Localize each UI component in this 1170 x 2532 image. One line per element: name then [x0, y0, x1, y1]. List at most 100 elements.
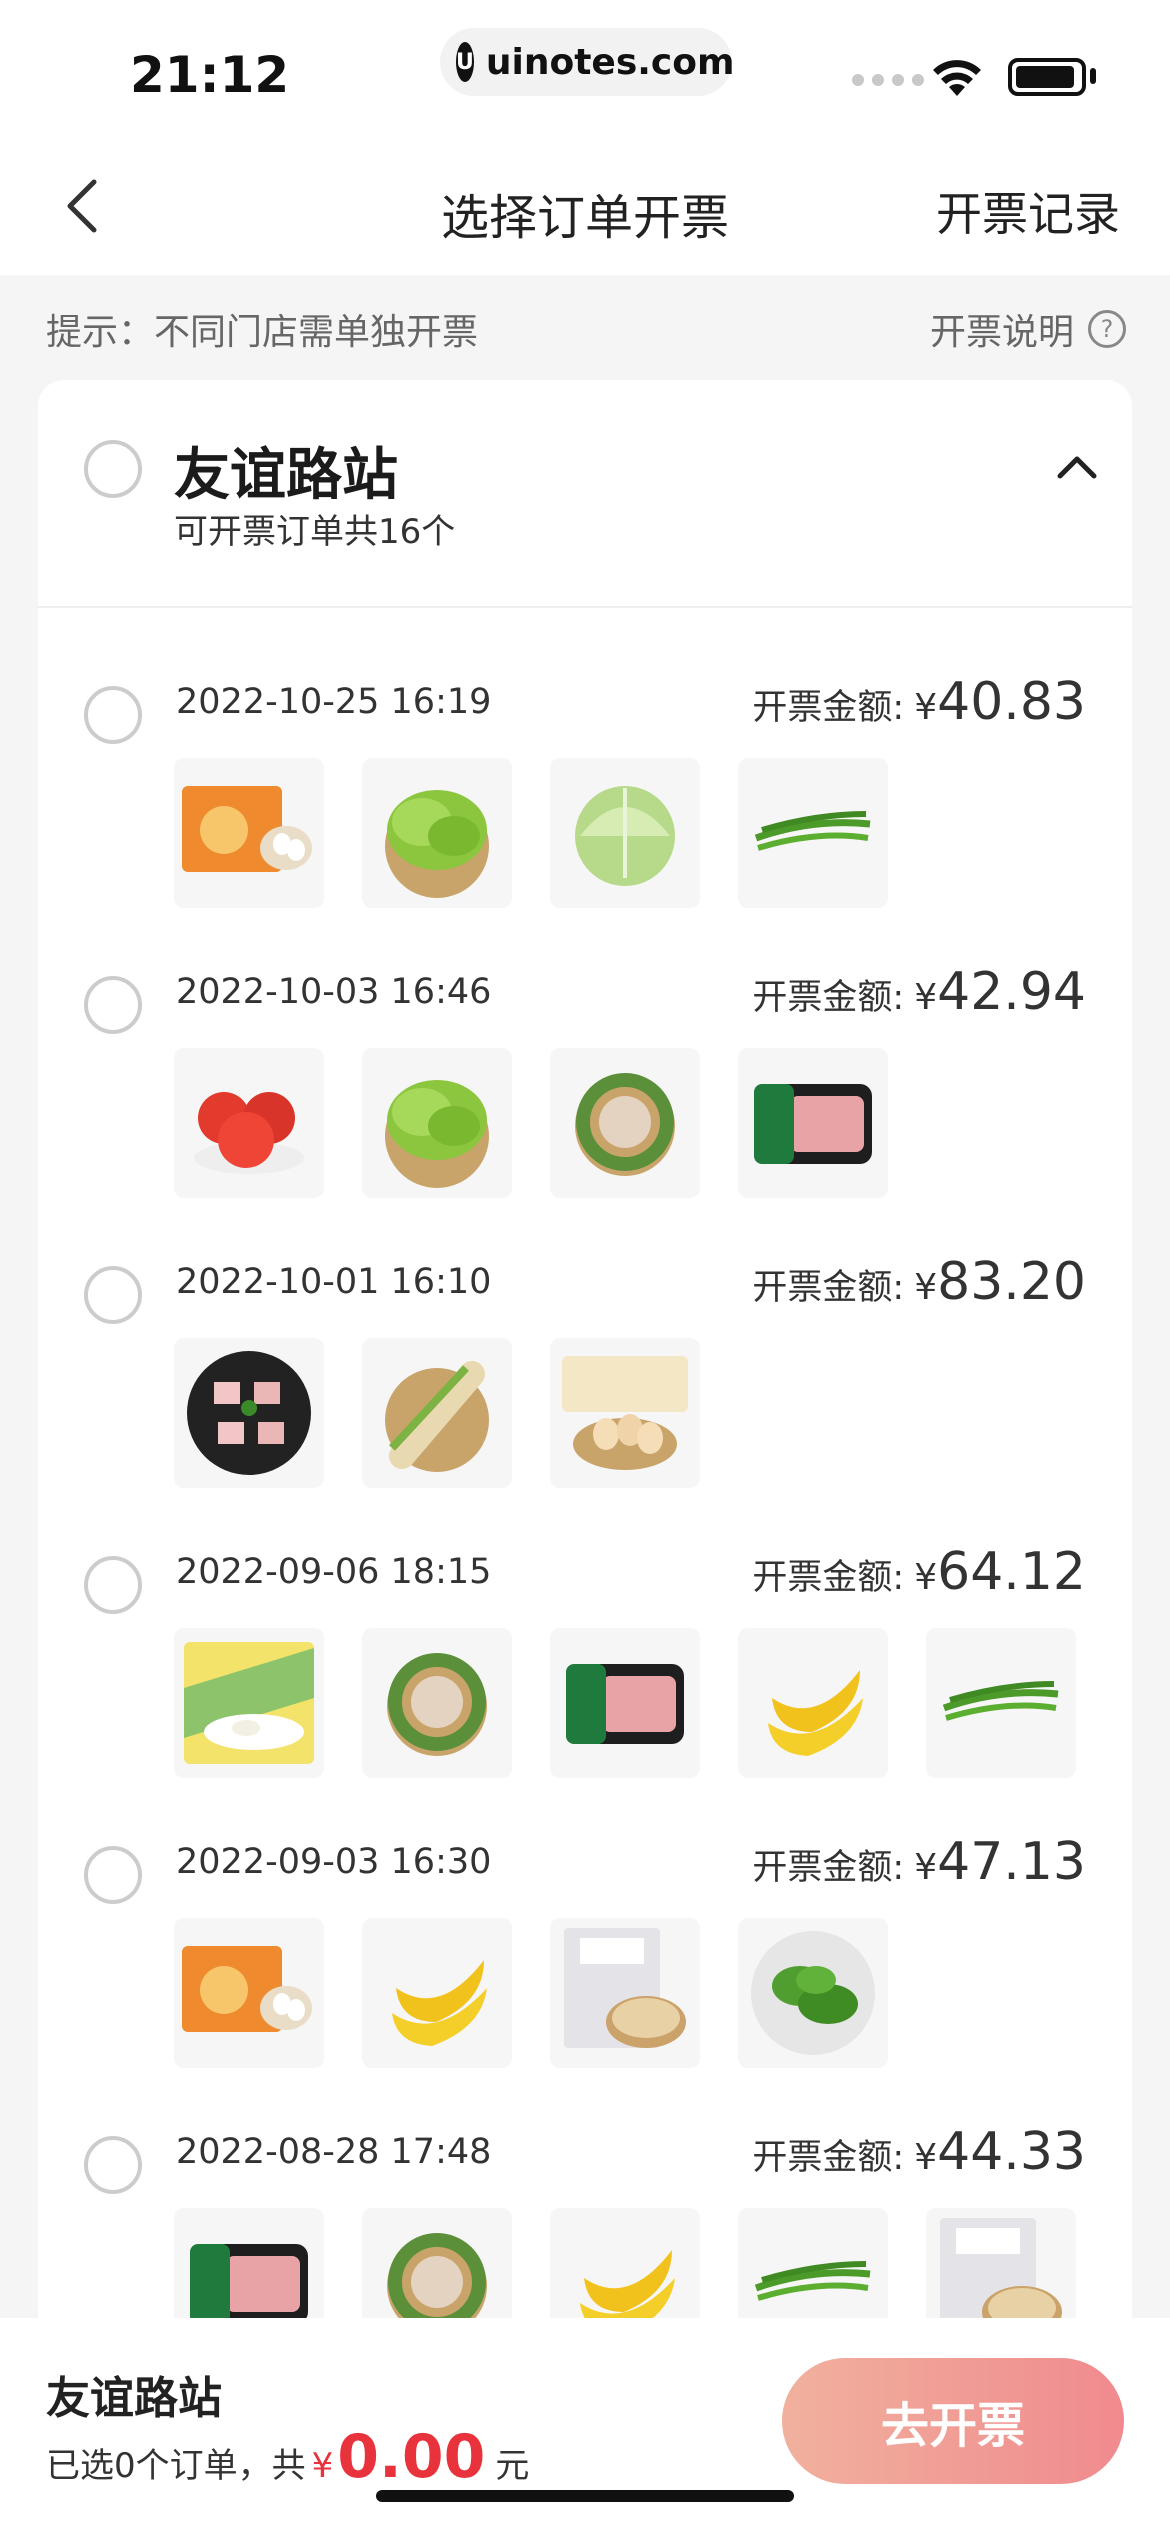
- selection-summary: 已选0个订单，共 ¥ 0.00 元: [46, 2422, 529, 2492]
- amount-value: 40.83: [937, 672, 1086, 732]
- product-thumbnail: [550, 1338, 700, 1488]
- product-thumbnail: [362, 1918, 512, 2068]
- site-icon: U: [456, 42, 474, 82]
- lettuce-image: [385, 1080, 489, 1188]
- product-thumbnails: [174, 1048, 888, 1198]
- order-select-radio[interactable]: [84, 2136, 142, 2194]
- store-header: 友谊路站 可开票订单共16个: [38, 380, 1132, 608]
- corn-image: [385, 1361, 489, 1472]
- amount-label: 开票金额:: [752, 2138, 905, 2178]
- bottom-store-name: 友谊路站: [46, 2373, 222, 2424]
- product-thumbnail: [174, 1048, 324, 1198]
- product-thumbnails: [174, 758, 888, 908]
- currency-symbol: ¥: [311, 2446, 334, 2486]
- frozen-dumplings-image: [184, 1642, 314, 1764]
- long-beans-image: [575, 1073, 675, 1176]
- order-select-radio[interactable]: [84, 1266, 142, 1324]
- cabbage-image: [575, 786, 675, 886]
- green-peppers-image: [751, 1931, 875, 2055]
- product-thumbnail: [174, 1918, 324, 2068]
- order-list: 2022-10-25 16:19 开票金额: ¥ 40.83 2022-10-0…: [38, 610, 1132, 2358]
- pork-belly-image: [187, 1351, 311, 1475]
- product-thumbnail: [738, 1628, 888, 1778]
- order-amount: 开票金额: ¥ 44.33: [752, 2122, 1086, 2182]
- order-select-radio[interactable]: [84, 976, 142, 1034]
- product-thumbnail: [550, 1048, 700, 1198]
- currency-symbol: ¥: [914, 1557, 938, 1598]
- amount-label: 开票金额:: [752, 1268, 905, 1308]
- pork-tray-image: [566, 1664, 684, 1744]
- invoice-help-link[interactable]: 开票说明 ?: [930, 303, 1126, 355]
- order-row[interactable]: 2022-10-25 16:19 开票金额: ¥ 40.83: [38, 610, 1132, 908]
- help-icon: ?: [1088, 310, 1126, 348]
- tips-bar: 提示：不同门店需单独开票 开票说明 ?: [0, 275, 1170, 375]
- product-thumbnail: [362, 1338, 512, 1488]
- product-thumbnail: [738, 1048, 888, 1198]
- chevron-up-icon[interactable]: [1052, 442, 1102, 492]
- invoice-order-select-page: 21:12 U uinotes.com 选择订单开票 开票记录 提示：不同门店需…: [0, 0, 1170, 2532]
- tomatoes-image: [194, 1092, 304, 1174]
- tips-text: 提示：不同门店需单独开票: [46, 312, 479, 353]
- amount-label: 开票金额:: [752, 688, 905, 728]
- order-row[interactable]: 2022-09-03 16:30 开票金额: ¥ 47.13: [38, 1770, 1132, 2068]
- home-indicator: [376, 2490, 794, 2502]
- order-row[interactable]: 2022-10-03 16:46 开票金额: ¥ 42.94: [38, 900, 1132, 1198]
- cell-signal-icon: [852, 74, 924, 86]
- order-select-radio[interactable]: [84, 1556, 142, 1614]
- invoice-history-link[interactable]: 开票记录: [936, 178, 1120, 244]
- product-thumbnail: [362, 1628, 512, 1778]
- store-name: 友谊路站: [174, 443, 398, 508]
- status-time: 21:12: [130, 46, 290, 104]
- long-beans-image: [387, 1653, 487, 1756]
- amount-value: 64.12: [937, 1542, 1086, 1602]
- order-row[interactable]: 2022-08-28 17:48 开票金额: ¥ 44.33: [38, 2060, 1132, 2358]
- lettuce-image: [385, 790, 489, 898]
- invoice-help-label: 开票说明: [929, 312, 1074, 353]
- currency-symbol: ¥: [914, 977, 938, 1018]
- order-amount: 开票金额: ¥ 64.12: [752, 1542, 1086, 1602]
- pancake-pack-image: [564, 1928, 686, 2048]
- selected-total-amount: 0.00: [337, 2422, 486, 2492]
- order-date: 2022-10-01 16:10: [176, 1262, 492, 1302]
- green-beans-image: [942, 1681, 1059, 1721]
- currency-unit: 元: [495, 2446, 530, 2486]
- order-amount: 开票金额: ¥ 83.20: [752, 1252, 1086, 1312]
- product-thumbnail: [550, 758, 700, 908]
- order-date: 2022-10-25 16:19: [176, 682, 492, 722]
- order-select-radio[interactable]: [84, 686, 142, 744]
- product-thumbnail: [550, 1628, 700, 1778]
- order-row[interactable]: 2022-09-06 18:15 开票金额: ¥ 64.12: [38, 1480, 1132, 1778]
- currency-symbol: ¥: [914, 1847, 938, 1888]
- product-thumbnails: [174, 1918, 888, 2068]
- amount-label: 开票金额:: [752, 978, 905, 1018]
- status-bar: 21:12 U uinotes.com: [0, 0, 1170, 140]
- amount-value: 47.13: [937, 1832, 1086, 1892]
- amount-label: 开票金额:: [752, 1558, 905, 1598]
- product-thumbnails: [174, 1628, 1076, 1778]
- currency-symbol: ¥: [914, 1267, 938, 1308]
- product-thumbnail: [738, 758, 888, 908]
- product-thumbnail: [362, 758, 512, 908]
- store-card: 友谊路站 可开票订单共16个 2022-10-25 16:19 开票金额: ¥ …: [38, 380, 1132, 2380]
- product-thumbnail: [926, 1628, 1076, 1778]
- amount-value: 44.33: [937, 2122, 1086, 2182]
- amount-value: 42.94: [937, 962, 1086, 1022]
- battery-icon: [1008, 58, 1086, 96]
- order-date: 2022-09-06 18:15: [176, 1552, 492, 1592]
- amount-value: 83.20: [937, 1252, 1086, 1312]
- store-order-count: 可开票订单共16个: [174, 512, 456, 552]
- order-select-radio[interactable]: [84, 1846, 142, 1904]
- order-date: 2022-08-28 17:48: [176, 2132, 492, 2172]
- go-invoice-button[interactable]: 去开票: [782, 2358, 1124, 2484]
- amount-label: 开票金额:: [752, 1848, 905, 1888]
- product-thumbnail: [174, 1338, 324, 1488]
- product-thumbnail: [362, 1048, 512, 1198]
- url-text: uinotes.com: [485, 41, 735, 83]
- order-row[interactable]: 2022-10-01 16:10 开票金额: ¥ 83.20: [38, 1190, 1132, 1488]
- nav-bar: 选择订单开票 开票记录: [0, 140, 1170, 275]
- store-select-radio[interactable]: [84, 440, 142, 498]
- wifi-icon: [933, 60, 981, 96]
- url-pill[interactable]: U uinotes.com: [440, 28, 735, 96]
- order-amount: 开票金额: ¥ 40.83: [752, 672, 1086, 732]
- product-thumbnail: [550, 1918, 700, 2068]
